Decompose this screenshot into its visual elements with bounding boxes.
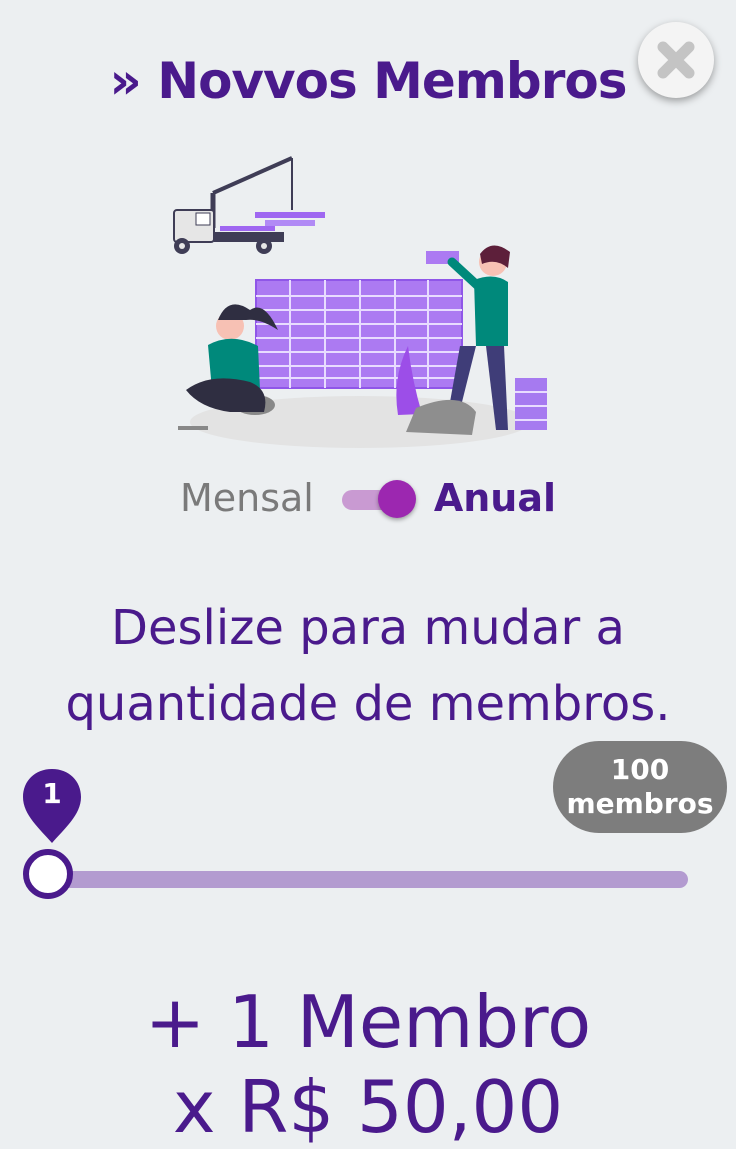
slider-value: 1 — [42, 777, 62, 810]
page-title: » Novvos Membros — [109, 52, 628, 110]
max-members-badge: 100 membros — [553, 741, 727, 833]
member-slider-thumb[interactable] — [23, 849, 73, 899]
price-summary: x R$ 50,00 — [172, 1065, 564, 1149]
team-building-illustration — [173, 156, 547, 448]
close-icon — [657, 41, 695, 79]
added-members-summary: + 1 Membro — [144, 980, 592, 1064]
annual-label[interactable]: Anual — [434, 476, 556, 520]
slider-value-pin: 1 — [21, 767, 83, 845]
switch-knob[interactable] — [377, 480, 416, 518]
billing-period-toggle-row: Mensal Anual — [0, 470, 736, 526]
billing-period-switch[interactable] — [340, 476, 416, 520]
max-members-unit: membros — [566, 787, 714, 820]
crane-truck — [173, 156, 325, 254]
member-slider-track[interactable] — [52, 871, 688, 888]
slider-instruction: Deslize para mudar a quantidade de membr… — [65, 600, 671, 732]
monthly-label[interactable]: Mensal — [180, 476, 314, 520]
close-button[interactable] — [638, 22, 714, 98]
max-members-value: 100 — [610, 753, 670, 786]
